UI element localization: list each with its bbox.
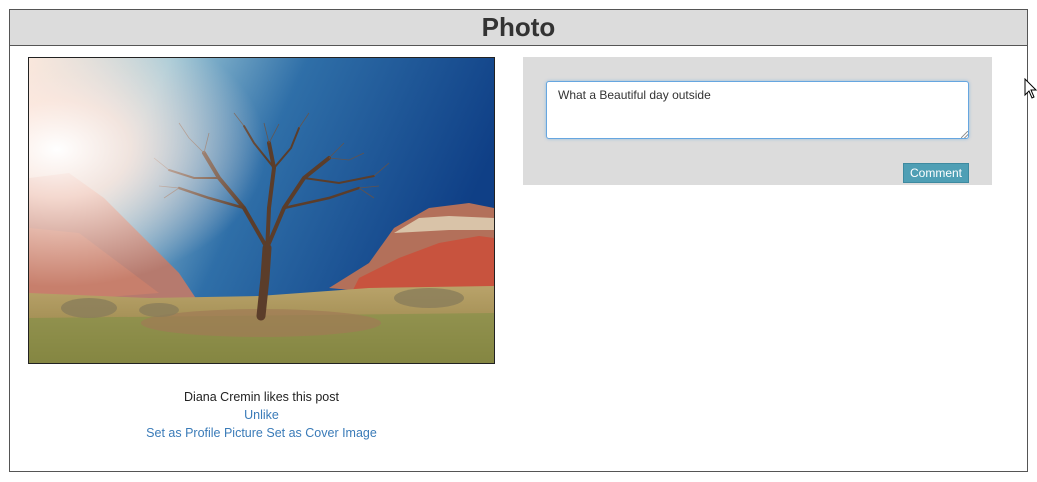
dialog-title: Photo: [481, 12, 556, 42]
resize-grip-icon[interactable]: [961, 131, 968, 138]
comment-panel: What a Beautiful day outside Comment: [523, 57, 992, 185]
set-cover-image-link[interactable]: Set as Cover Image: [266, 426, 376, 440]
unlike-link[interactable]: Unlike: [244, 408, 279, 422]
likes-text: Diana Cremin likes this post: [184, 390, 339, 404]
set-profile-picture-link[interactable]: Set as Profile Picture: [146, 426, 263, 440]
photo-caption: Diana Cremin likes this post Unlike Set …: [28, 388, 495, 442]
mouse-pointer-icon: [1024, 78, 1037, 99]
dialog-header: Photo: [10, 10, 1027, 46]
comment-input[interactable]: What a Beautiful day outside: [546, 81, 969, 139]
photo-image[interactable]: [28, 57, 495, 364]
comment-button[interactable]: Comment: [903, 163, 969, 183]
